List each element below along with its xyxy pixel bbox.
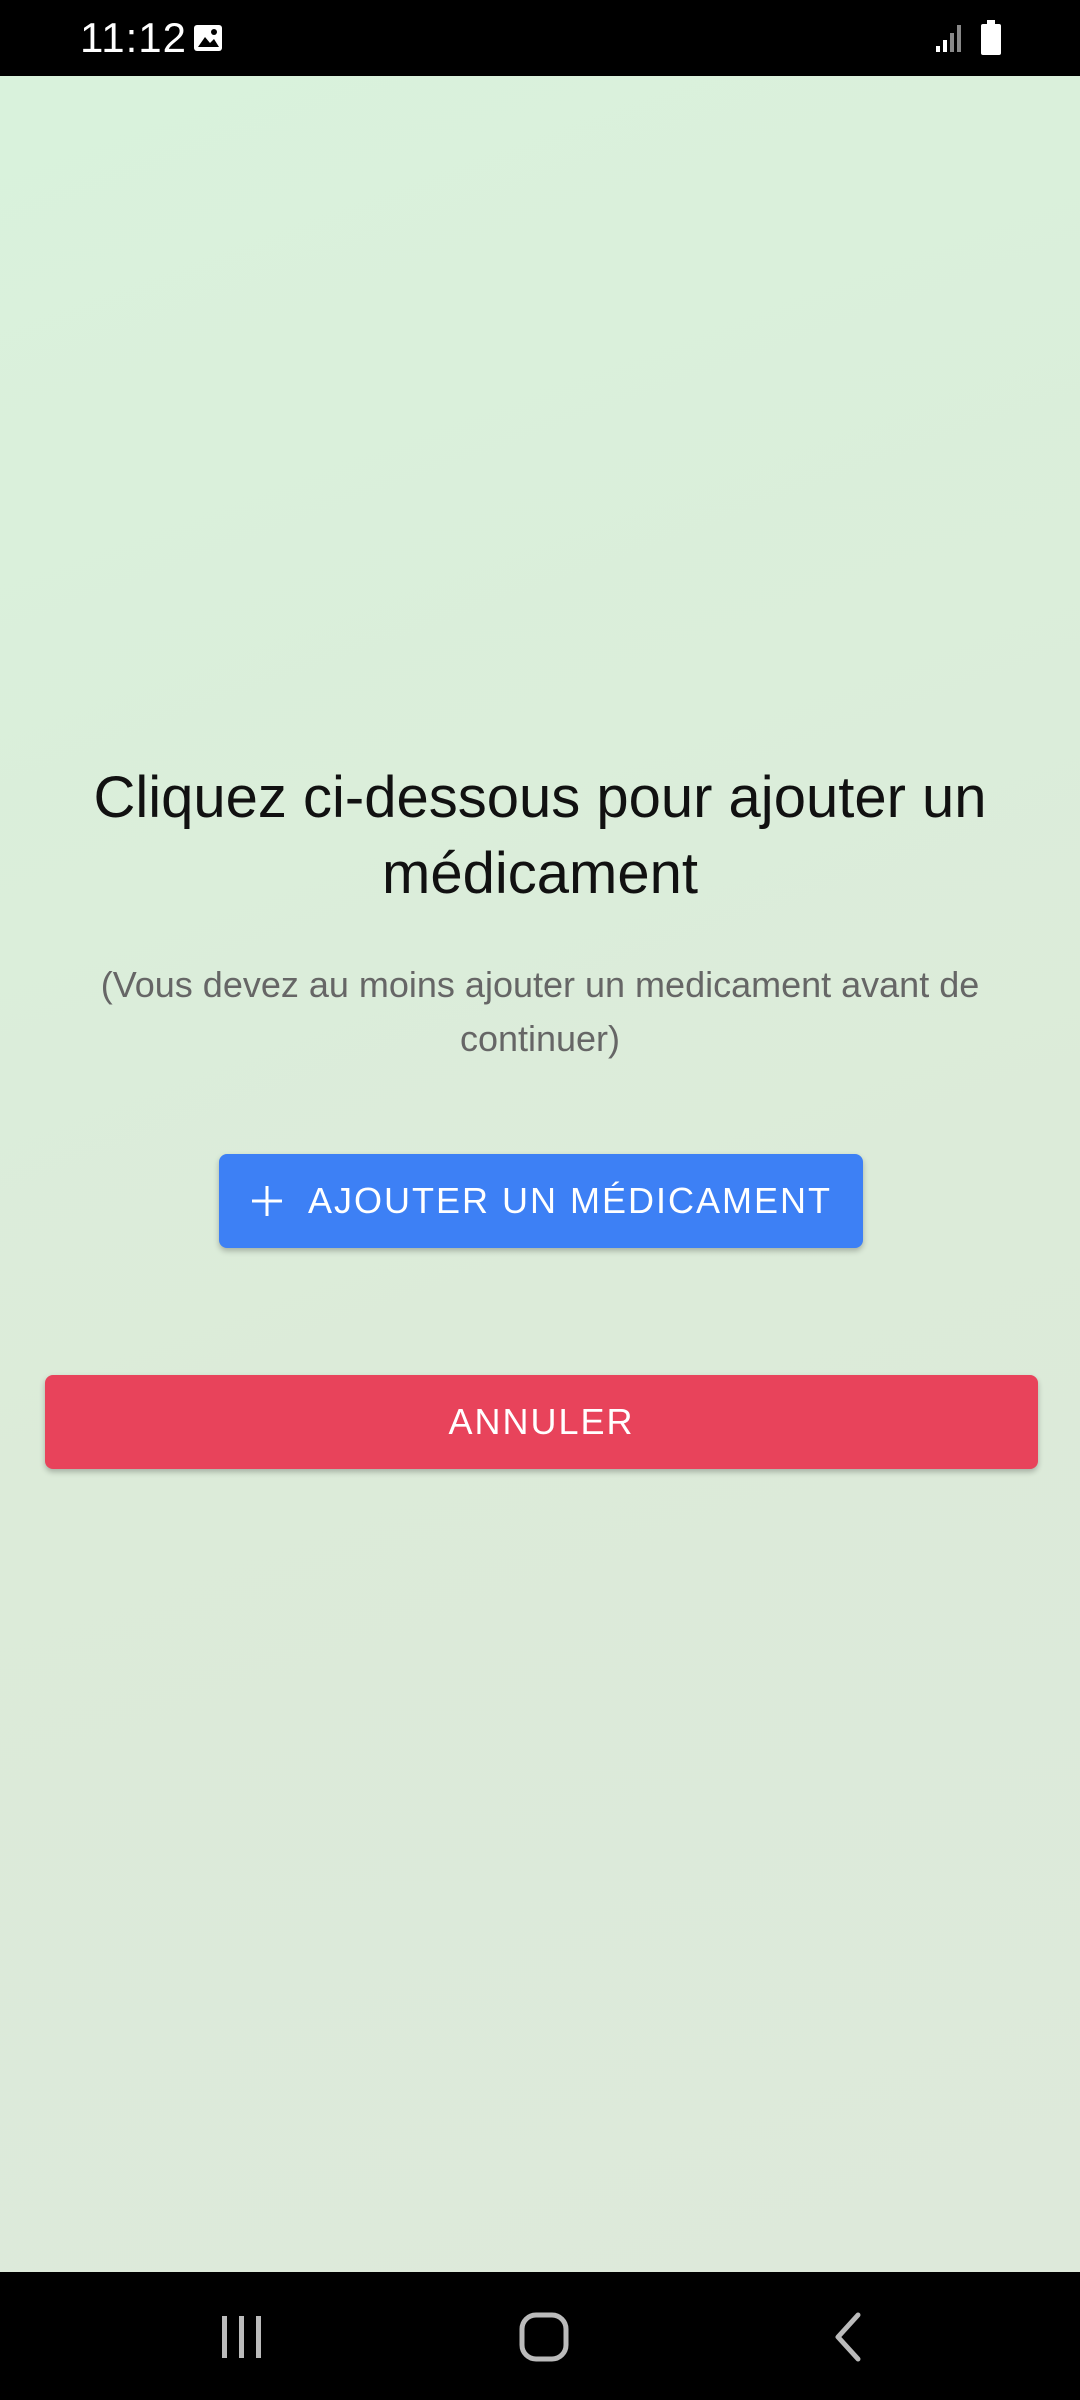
recents-icon[interactable] — [212, 2312, 272, 2362]
plus-icon — [251, 1186, 282, 1216]
add-medication-label: AJOUTER UN MÉDICAMENT — [307, 1180, 832, 1221]
status-time: 11:12 — [80, 14, 187, 61]
battery-icon — [981, 20, 1001, 55]
navigation-bar — [0, 2272, 1080, 2400]
back-icon[interactable] — [820, 2312, 880, 2362]
gallery-icon — [194, 25, 222, 51]
page-title: Cliquez ci-dessous pour ajouter un médic… — [93, 765, 987, 906]
add-medication-button[interactable]: AJOUTER UN MÉDICAMENT — [219, 1154, 863, 1248]
home-icon[interactable] — [514, 2312, 574, 2362]
instruction-text: (Vous devez au moins ajouter un medicame… — [100, 964, 980, 1059]
status-bar: 11:12 — [0, 0, 1080, 76]
cancel-button[interactable]: ANNULER — [45, 1375, 1038, 1469]
signal-icon — [936, 25, 961, 52]
